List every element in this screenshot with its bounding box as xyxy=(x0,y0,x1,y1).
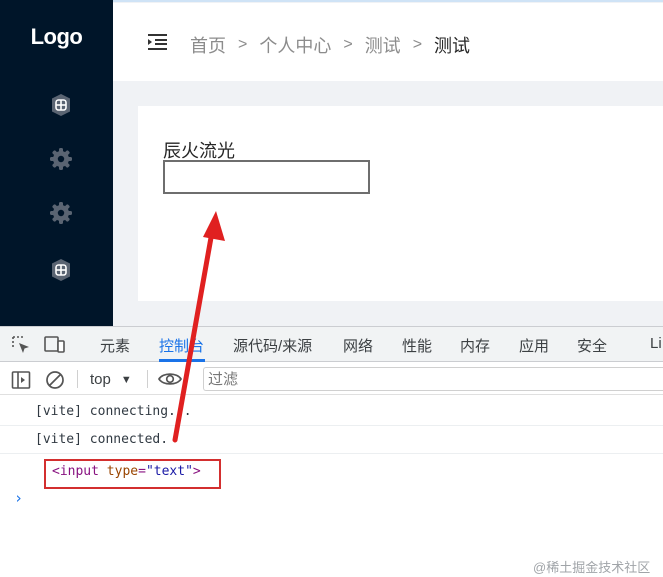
device-toolbar-icon[interactable] xyxy=(44,335,66,355)
toolbar-divider xyxy=(147,370,148,388)
gear-icon xyxy=(50,202,72,224)
tab-application[interactable]: 应用 xyxy=(519,335,549,356)
console-log-line: [vite] connected. xyxy=(0,426,663,454)
attr-eq: = xyxy=(138,464,146,479)
tab-console[interactable]: 控制台 xyxy=(159,335,204,356)
active-tab-indicator xyxy=(159,359,205,362)
eye-icon[interactable] xyxy=(158,371,182,387)
tab-elements[interactable]: 元素 xyxy=(100,335,130,356)
console-toolbar: top ▼ xyxy=(0,363,663,395)
tag-close: > xyxy=(192,464,201,479)
attr-name: type xyxy=(106,464,139,479)
breadcrumb-home[interactable]: 首页 xyxy=(190,32,226,58)
menu-fold-icon[interactable] xyxy=(148,33,168,51)
breadcrumb-separator: > xyxy=(343,36,353,53)
tab-sources[interactable]: 源代码/来源 xyxy=(233,335,312,356)
sidebar: Logo xyxy=(0,0,113,326)
breadcrumb-separator: > xyxy=(412,36,423,53)
sidebar-item-grid[interactable] xyxy=(47,91,75,119)
app-header: 首页 > 个人中心 > 测试 > 测试 xyxy=(113,3,663,81)
filter-input[interactable] xyxy=(203,367,663,391)
console-prompt[interactable]: › xyxy=(14,489,23,507)
tag-open: <input xyxy=(52,464,99,479)
grid-icon xyxy=(52,94,70,116)
breadcrumb-current: 测试 xyxy=(434,36,471,56)
attr-value: "text" xyxy=(145,464,193,479)
watermark: @稀土掘金技术社区 xyxy=(533,560,651,575)
content-card xyxy=(138,106,663,301)
grid-icon xyxy=(52,259,70,281)
breadcrumb-test[interactable]: 测试 xyxy=(365,32,401,58)
tab-performance[interactable]: 性能 xyxy=(402,335,432,356)
tab-lighthouse[interactable]: Li xyxy=(650,335,662,352)
sidebar-item-settings-2[interactable] xyxy=(47,199,75,227)
context-value: top xyxy=(90,371,111,388)
tab-memory[interactable]: 内存 xyxy=(460,335,490,356)
breadcrumb: 首页 > 个人中心 > 测试 > 测试 xyxy=(190,32,470,58)
sidebar-toggle-icon[interactable] xyxy=(11,370,31,390)
logged-element-node[interactable]: <input type="text"> xyxy=(52,464,201,479)
devtools-tab-bar: 元素 控制台 源代码/来源 网络 性能 内存 应用 安全 Li xyxy=(0,327,663,362)
toolbar-divider xyxy=(77,370,78,388)
tab-network[interactable]: 网络 xyxy=(343,335,373,356)
breadcrumb-profile[interactable]: 个人中心 xyxy=(259,32,331,58)
caret-down-icon: ▼ xyxy=(120,373,132,386)
console-log-line: [vite] connecting... xyxy=(0,398,663,426)
clear-console-icon[interactable] xyxy=(45,370,65,390)
gear-icon xyxy=(50,148,72,170)
text-input[interactable] xyxy=(163,160,370,194)
logo: Logo xyxy=(30,24,83,49)
inspect-element-icon[interactable] xyxy=(11,335,31,355)
tab-security[interactable]: 安全 xyxy=(577,335,607,356)
context-selector[interactable]: top ▼ xyxy=(90,371,132,388)
sidebar-item-settings[interactable] xyxy=(47,145,75,173)
breadcrumb-separator: > xyxy=(238,36,248,53)
sidebar-item-grid-2[interactable] xyxy=(47,256,75,284)
